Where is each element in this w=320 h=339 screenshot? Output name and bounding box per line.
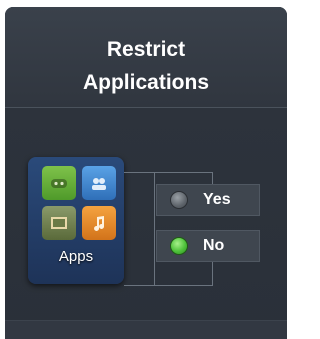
- option-no[interactable]: No: [156, 230, 260, 262]
- apps-folder-icon: Apps: [28, 157, 124, 284]
- connector-line: [124, 172, 154, 173]
- photo-icon: [42, 206, 76, 240]
- page-title: Restrict Applications: [82, 38, 209, 94]
- connector-line: [154, 172, 213, 173]
- connector-line: [154, 172, 155, 286]
- bottom-band: [5, 320, 287, 339]
- people-icon: [82, 166, 116, 200]
- connector-line: [124, 285, 154, 286]
- connector-line: [212, 172, 213, 184]
- radio-no[interactable]: [170, 237, 188, 255]
- game-controller-icon: [42, 166, 76, 200]
- panel-header: Restrict Applications: [5, 7, 287, 108]
- option-yes-label: Yes: [203, 191, 231, 208]
- option-no-label: No: [203, 237, 225, 254]
- radio-yes[interactable]: [170, 191, 188, 209]
- music-note-icon: [82, 206, 116, 240]
- apps-label: Apps: [58, 248, 94, 265]
- connector-line: [154, 285, 213, 286]
- option-yes[interactable]: Yes: [156, 184, 260, 216]
- connector-line: [212, 262, 213, 286]
